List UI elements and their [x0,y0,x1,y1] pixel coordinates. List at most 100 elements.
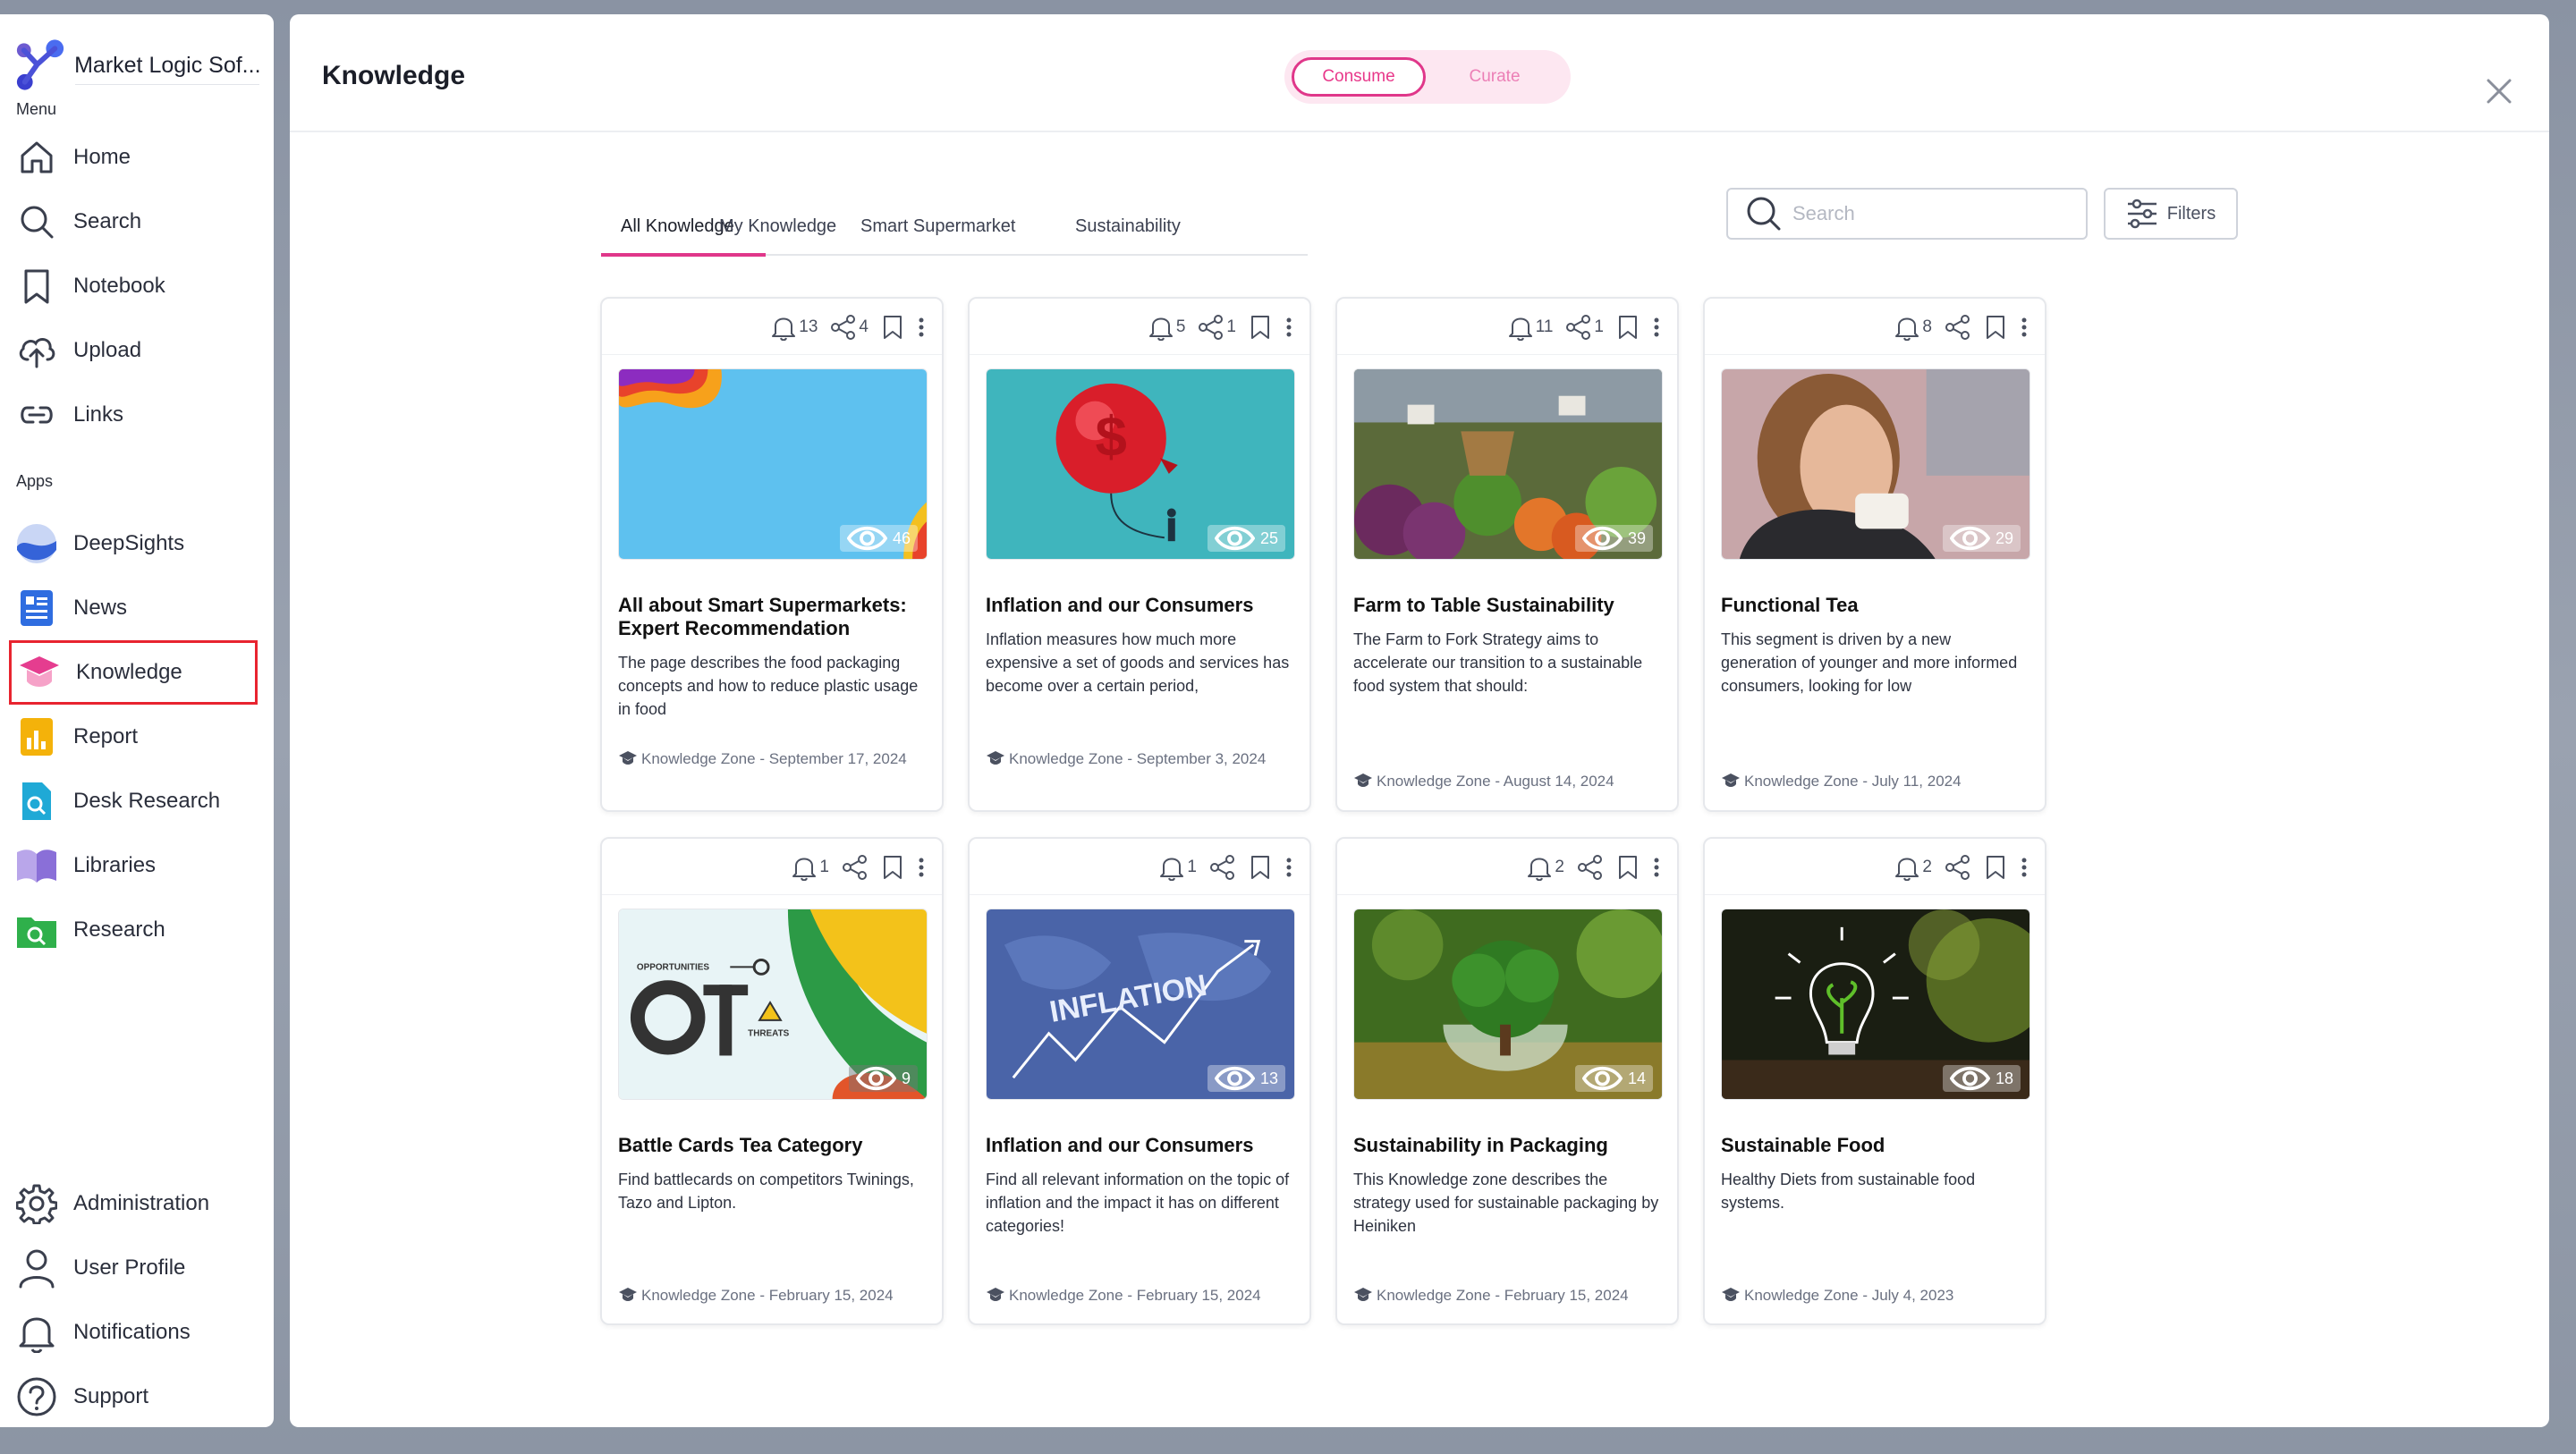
consume-button[interactable]: Consume [1292,57,1426,97]
sidebar-item-deepsights[interactable]: DeepSights [9,515,258,572]
sidebar-item-label: Notebook [73,274,165,298]
view-count: 25 [1207,525,1285,552]
card-description: Find all relevant information on the top… [986,1171,1290,1235]
more-vertical-icon[interactable] [2020,854,2029,881]
bell-count: 13 [799,317,818,336]
sidebar-item-notebook[interactable]: Notebook [9,258,258,315]
sidebar-item-upload[interactable]: Upload [9,322,258,379]
desk-research-icon [14,779,59,824]
notification-count[interactable]: 13 [770,314,818,341]
sidebar-item-report[interactable]: Report [9,708,258,765]
graduation-cap-icon [619,751,637,765]
card-title[interactable]: All about Smart Supermarkets: Expert Rec… [618,594,928,640]
sidebar-item-research[interactable]: Research [9,901,258,959]
notification-count[interactable]: 2 [1894,854,1932,881]
sidebar-item-support[interactable]: Support [9,1368,258,1425]
knowledge-card[interactable]: 5 1 $ 25 Inflation and our Consumers Inf… [968,297,1311,812]
bookmark-icon[interactable] [1616,854,1640,881]
opportunities-text: OPPORTUNITIES [637,962,709,972]
notification-count[interactable]: 2 [1526,854,1564,881]
knowledge-card[interactable]: 1 OPPORTUNITIES THREATS 9 Battle Cards T… [600,837,944,1325]
knowledge-card[interactable]: 8 29 Functional Tea This segment is driv… [1703,297,2046,812]
bookmark-icon[interactable] [881,854,904,881]
bookmark-icon[interactable] [1249,314,1272,341]
brand[interactable]: Market Logic Sof... [11,34,261,97]
card-thumbnail: 46 [618,368,928,560]
card-title[interactable]: Sustainability in Packaging [1353,1134,1663,1157]
view-number: 25 [1259,528,1278,547]
curate-button[interactable]: Curate [1428,57,1562,97]
sidebar-item-administration[interactable]: Administration [9,1175,258,1232]
card-title[interactable]: Inflation and our Consumers [986,594,1295,617]
search-box[interactable] [1726,188,2088,240]
notification-count[interactable]: 5 [1148,314,1185,341]
more-vertical-icon[interactable] [1284,854,1293,881]
share-count[interactable] [1945,314,1971,341]
bell-icon [1895,317,1919,341]
bookmark-icon[interactable] [1984,854,2007,881]
share-count[interactable] [1577,854,1604,881]
sidebar-item-desk-research[interactable]: Desk Research [9,773,258,830]
share-count[interactable] [842,854,869,881]
card-title[interactable]: Farm to Table Sustainability [1353,594,1663,617]
more-vertical-icon[interactable] [917,314,926,341]
close-icon[interactable] [2485,77,2513,106]
bookmark-icon[interactable] [881,314,904,341]
view-count: 29 [1942,525,2021,552]
share-count[interactable] [1945,854,1971,881]
view-number: 39 [1627,528,1646,547]
share-count[interactable]: 1 [1198,314,1236,341]
sidebar-item-libraries[interactable]: Libraries [9,837,258,894]
svg-text:$: $ [1095,406,1126,469]
notification-count[interactable]: 11 [1507,314,1553,341]
bell-icon [1148,317,1173,341]
card-title[interactable]: Sustainable Food [1721,1134,2030,1157]
card-source-date: Knowledge Zone - February 15, 2024 [1009,1287,1261,1304]
share-count[interactable]: 4 [830,314,869,341]
sidebar-item-links[interactable]: Links [9,386,258,444]
tab-sustainability[interactable]: Sustainability [1075,216,1181,237]
card-description: This segment is driven by a new generati… [1721,630,2018,695]
knowledge-card[interactable]: 11 1 39 Farm to Table Sustainability The… [1335,297,1679,812]
card-title[interactable]: Functional Tea [1721,594,2030,617]
sidebar-item-knowledge[interactable]: Knowledge [9,640,258,705]
share-number: 1 [1594,317,1604,336]
knowledge-card[interactable]: 1 INFLATION 13 Inflation and our Consume… [968,837,1311,1325]
sidebar-item-news[interactable]: News [9,579,258,637]
card-title[interactable]: Inflation and our Consumers [986,1134,1295,1157]
sidebar-item-label: Search [73,209,142,233]
help-icon [14,1374,59,1419]
sidebar-item-home[interactable]: Home [9,129,258,186]
more-vertical-icon[interactable] [917,854,926,881]
knowledge-card[interactable]: 13 4 46 All about Smart Supermarkets: Ex… [600,297,944,812]
menu-section-label: Menu [16,100,57,118]
more-vertical-icon[interactable] [2020,314,2029,341]
share-icon [1199,315,1224,340]
tab-smart-supermarket[interactable]: Smart Supermarket [860,216,1015,237]
card-footer: Knowledge Zone - September 17, 2024 [618,748,928,770]
notification-count[interactable]: 1 [791,854,829,881]
notification-count[interactable]: 8 [1894,314,1932,341]
card-title[interactable]: Battle Cards Tea Category [618,1134,928,1157]
knowledge-card[interactable]: 2 14 Sustainability in Packaging This Kn… [1335,837,1679,1325]
tab-all-knowledge[interactable]: All Knowledge [621,216,734,237]
view-number: 46 [892,528,911,547]
share-count[interactable]: 1 [1565,314,1604,341]
sidebar-item-search[interactable]: Search [9,193,258,250]
notification-count[interactable]: 1 [1158,854,1197,881]
more-vertical-icon[interactable] [1652,854,1661,881]
more-vertical-icon[interactable] [1284,314,1293,341]
bookmark-icon[interactable] [1249,854,1272,881]
search-input[interactable] [1792,202,2061,225]
knowledge-card[interactable]: 2 18 Sustainable Food Healthy Diets from… [1703,837,2046,1325]
sidebar-item-notifications[interactable]: Notifications [9,1304,258,1361]
card-footer: Knowledge Zone - July 11, 2024 [1721,770,2030,792]
bookmark-icon[interactable] [1984,314,2007,341]
sidebar-item-user-profile[interactable]: User Profile [9,1239,258,1297]
filters-button[interactable]: Filters [2104,188,2238,240]
bookmark-icon[interactable] [1616,314,1640,341]
share-count[interactable] [1209,854,1236,881]
more-vertical-icon[interactable] [1652,314,1661,341]
eye-icon [1949,526,1990,551]
tab-my-knowledge[interactable]: My Knowledge [719,216,836,237]
